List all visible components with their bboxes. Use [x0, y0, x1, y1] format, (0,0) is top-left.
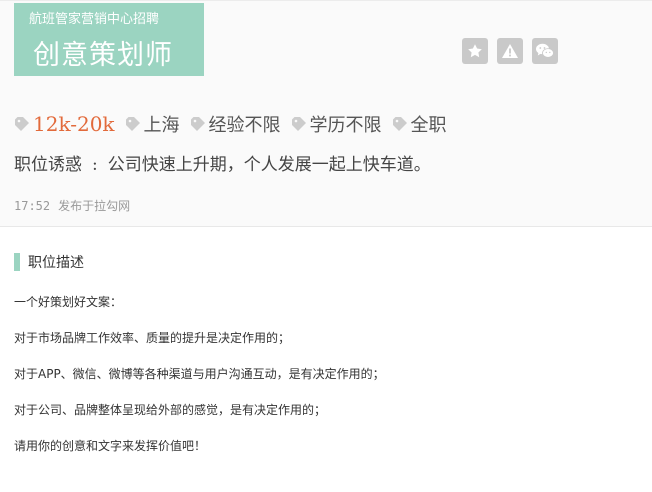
job-tags: 12k-20k 上海 经验不限 学历不限 全职: [14, 110, 457, 138]
section-divider: [0, 226, 652, 227]
perk-text: 公司快速上升期，个人发展一起上快车道。: [107, 155, 431, 175]
tag-icon: [190, 116, 206, 132]
section-title: 职位描述: [28, 255, 84, 271]
job-perk: 职位诱惑: 公司快速上升期，个人发展一起上快车道。: [14, 150, 431, 175]
tag-education: 学历不限: [291, 111, 382, 137]
share-wechat-button[interactable]: [532, 38, 558, 64]
description-section-header: 职位描述: [14, 253, 84, 271]
description-line: 对于APP、微信、微博等各种渠道与用户沟通互动，是有决定作用的；: [14, 367, 385, 381]
perk-separator: :: [92, 155, 98, 175]
tag-job-type: 全职: [392, 111, 447, 137]
tag-icon: [125, 116, 141, 132]
job-title-block: 航班管家营销中心招聘 创意策划师: [14, 3, 204, 76]
wechat-icon: [535, 42, 555, 60]
tag-icon: [392, 116, 408, 132]
tag-icon: [291, 116, 307, 132]
description-line: 请用你的创意和文字来发挥价值吧！: [14, 439, 207, 453]
tag-experience: 经验不限: [190, 111, 281, 137]
description-line: 一个好策划好文案：: [14, 295, 123, 309]
salary-text: 12k-20k: [33, 112, 115, 136]
section-accent-bar: [14, 253, 20, 271]
perk-label: 职位诱惑: [14, 155, 82, 175]
warning-icon: [501, 43, 519, 59]
job-type-text: 全职: [410, 115, 447, 136]
publish-time: 17:52: [14, 199, 51, 213]
job-description: 一个好策划好文案： 对于市场品牌工作效率、质量的提升是决定作用的； 对于APP、…: [14, 292, 634, 472]
experience-text: 经验不限: [208, 115, 281, 136]
publish-meta: 17:52 发布于拉勾网: [14, 197, 130, 214]
favorite-button[interactable]: [462, 38, 488, 64]
tag-icon: [14, 116, 30, 132]
job-title: 创意策划师: [33, 40, 173, 71]
education-text: 学历不限: [309, 115, 382, 136]
report-button[interactable]: [497, 38, 523, 64]
tag-city: 上海: [125, 111, 180, 137]
company-name[interactable]: 航班管家营销中心招聘: [29, 8, 159, 27]
publish-source: 发布于拉勾网: [58, 199, 131, 213]
city-text: 上海: [143, 115, 180, 136]
description-line: 对于公司、品牌整体呈现给外部的感觉，是有决定作用的；: [14, 403, 327, 417]
star-icon: [467, 43, 483, 59]
tag-salary: 12k-20k: [14, 112, 115, 136]
job-header-area: 航班管家营销中心招聘 创意策划师 12k-20k 上海 经验不限 学历不限 全职…: [0, 0, 652, 226]
description-line: 对于市场品牌工作效率、质量的提升是决定作用的；: [14, 331, 291, 345]
top-border: [0, 0, 652, 1]
